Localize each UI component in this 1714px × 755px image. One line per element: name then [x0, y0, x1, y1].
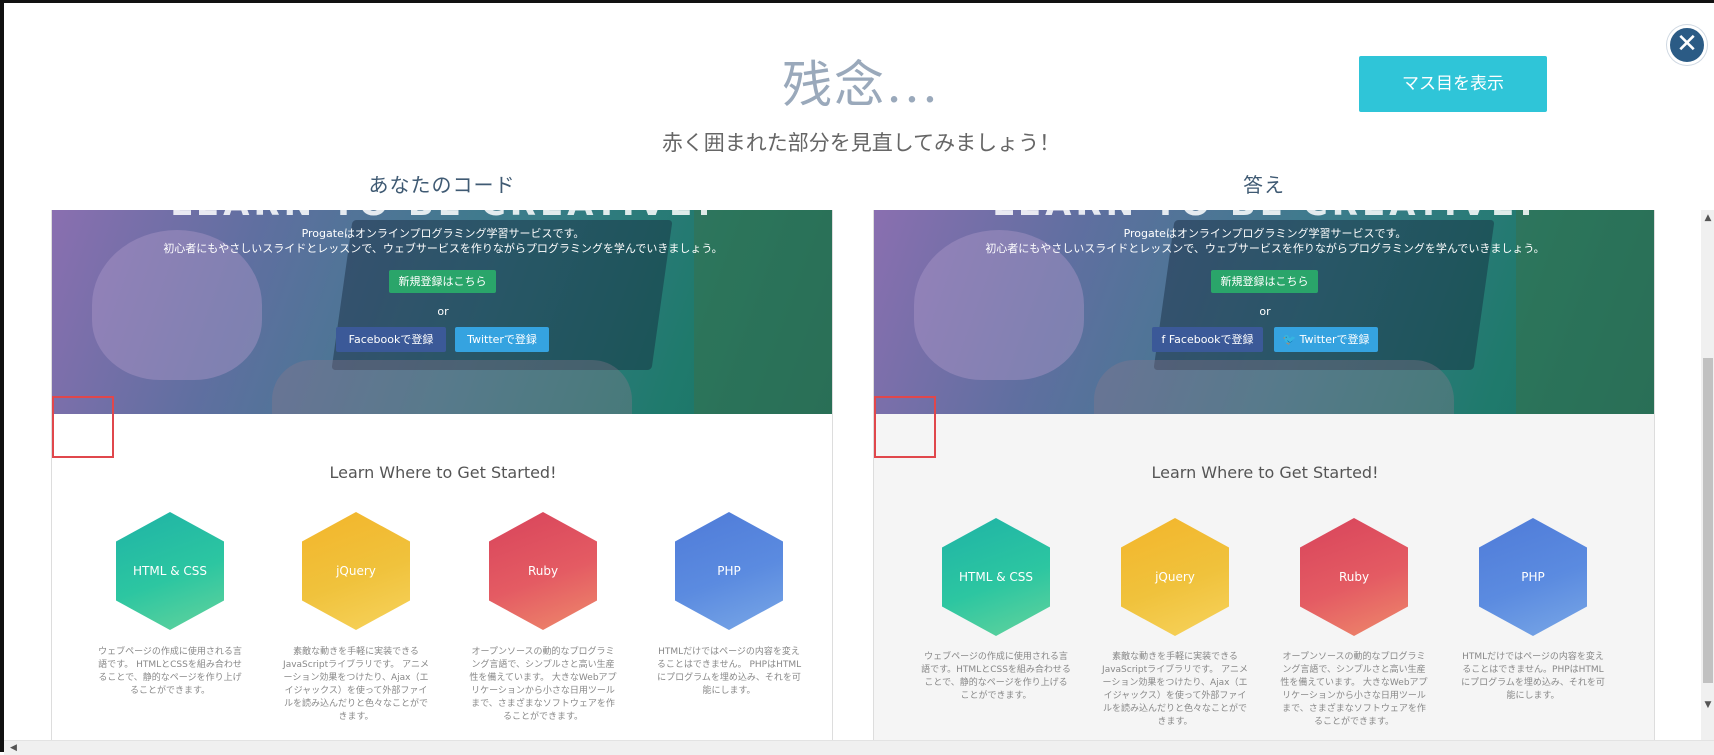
hero-section: LEARN TO BE CREATIVE! Progateはオンラインプログラミ…: [52, 210, 832, 414]
course-hex-ruby[interactable]: Ruby: [1300, 518, 1408, 636]
course-desc-jquery: 素敵な動きを手軽に実装できるJavaScriptライブラリです。 アニメーション…: [283, 647, 429, 722]
course-hex-php[interactable]: PHP: [1479, 518, 1587, 636]
hero-heading: LEARN TO BE CREATIVE!: [874, 210, 1654, 224]
course-desc-html-css: ウェブページの作成に使用される言語です。 HTMLとCSSを組み合わせることで、…: [98, 647, 242, 696]
error-highlight-box: [874, 396, 936, 458]
hero-description-line1: Progateはオンラインプログラミング学習サービスです。: [1123, 227, 1407, 240]
twitter-signup-button[interactable]: 🐦 Twitterで登録: [1274, 327, 1378, 352]
your-code-preview[interactable]: LEARN TO BE CREATIVE! Progateはオンラインプログラミ…: [51, 210, 833, 755]
hero-image-hands: [1094, 360, 1454, 414]
twitter-icon: 🐦: [1282, 333, 1297, 346]
hero-image-hands: [272, 360, 632, 414]
course-desc-ruby: オープンソースの動的なプログラミング言語で、シンプルさと高い生産性を備えています…: [469, 647, 617, 722]
answer-label: 答え: [1243, 173, 1285, 197]
close-icon[interactable]: ✕: [1667, 25, 1707, 65]
course-hex-ruby[interactable]: Ruby: [489, 512, 597, 630]
course-hex-jquery[interactable]: jQuery: [1121, 518, 1229, 636]
your-code-label: あなたのコード: [368, 173, 516, 197]
page-subtitle: 赤く囲まれた部分を見直してみましょう！: [661, 131, 1061, 155]
facebook-signup-button[interactable]: Facebookで登録: [336, 327, 446, 352]
course-desc-html-css: ウェブページの作成に使用される言語です。HTMLとCSSを組み合わせることで、静…: [921, 652, 1071, 701]
course-hex-jquery[interactable]: jQuery: [302, 512, 410, 630]
show-grid-button[interactable]: マス目を表示: [1359, 56, 1547, 112]
signup-button[interactable]: 新規登録はこちら: [1211, 270, 1318, 293]
hero-description-line1: Progateはオンラインプログラミング学習サービスです。: [301, 227, 585, 240]
course-desc-php: HTMLだけではページの内容を変えることはできません。PHPはHTMLにプログラ…: [1461, 652, 1605, 701]
course-hex-php[interactable]: PHP: [675, 512, 783, 630]
twitter-button-label: Twitterで登録: [1296, 333, 1370, 346]
facebook-signup-button[interactable]: f Facebookで登録: [1152, 327, 1263, 352]
hero-heading: LEARN TO BE CREATIVE!: [52, 210, 832, 224]
scroll-down-arrow-icon[interactable]: ▼: [1701, 699, 1714, 711]
answer-preview[interactable]: LEARN TO BE CREATIVE! Progateはオンラインプログラミ…: [873, 210, 1655, 755]
signup-button[interactable]: 新規登録はこちら: [389, 270, 496, 293]
twitter-signup-button[interactable]: Twitterで登録: [455, 327, 549, 352]
learn-heading: Learn Where to Get Started!: [329, 463, 557, 482]
or-text: or: [1259, 305, 1271, 318]
course-desc-jquery: 素敵な動きを手軽に実装できるJavaScriptライブラリです。 アニメーション…: [1102, 652, 1248, 727]
vertical-scrollbar[interactable]: ▲ ▼: [1701, 210, 1714, 755]
hero-description-line2: 初心者にもやさしいスライドとレッスンで、ウェブサービスを作りながらプログラミング…: [985, 242, 1545, 255]
hero-section: LEARN TO BE CREATIVE! Progateはオンラインプログラミ…: [874, 210, 1654, 414]
result-modal: 残念... 赤く囲まれた部分を見直してみましょう！ マス目を表示 ✕ あなたのコ…: [0, 0, 1714, 755]
horizontal-scrollbar[interactable]: ◀: [4, 740, 1714, 755]
facebook-button-label: Facebookで登録: [1165, 333, 1254, 346]
course-desc-ruby: オープンソースの動的なプログラミング言語で、シンプルさと高い生産性を備えています…: [1280, 652, 1428, 727]
scroll-thumb[interactable]: [1703, 358, 1713, 683]
scroll-up-arrow-icon[interactable]: ▲: [1701, 212, 1714, 224]
or-text: or: [437, 305, 449, 318]
course-desc-php: HTMLだけではページの内容を変えることはできません。 PHPはHTMLにプログ…: [656, 647, 802, 696]
course-hex-html-css[interactable]: HTML & CSS: [116, 512, 224, 630]
hero-description-line2: 初心者にもやさしいスライドとレッスンで、ウェブサービスを作りながらプログラミング…: [163, 242, 723, 255]
error-highlight-box: [52, 396, 114, 458]
course-hex-html-css[interactable]: HTML & CSS: [942, 518, 1050, 636]
learn-heading: Learn Where to Get Started!: [1151, 463, 1379, 482]
scroll-left-arrow-icon[interactable]: ◀: [10, 741, 17, 755]
